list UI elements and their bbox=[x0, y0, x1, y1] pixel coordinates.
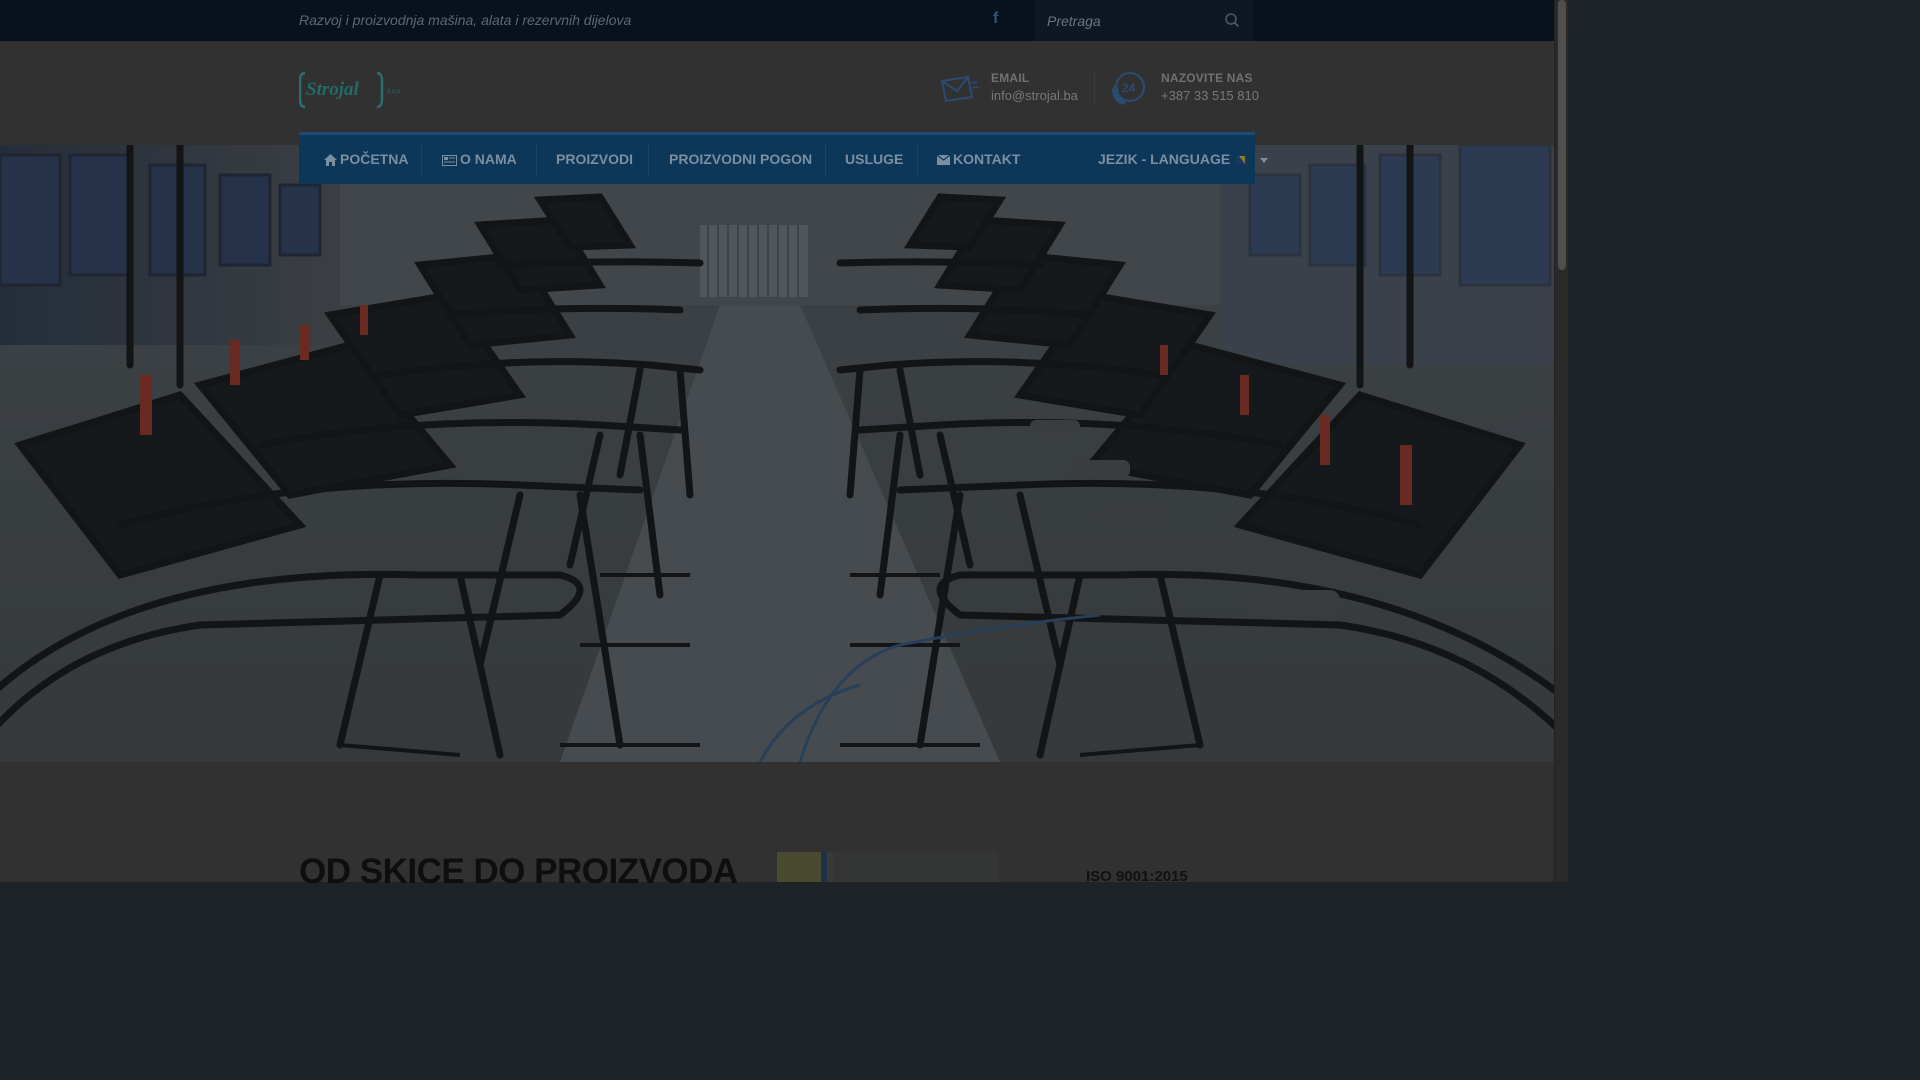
flag-icon bbox=[1237, 156, 1248, 165]
email-value[interactable]: info@strojal.ba bbox=[991, 88, 1078, 103]
main-navigation: POČETNA O NAMA PROIZVODI PROIZVODNI POGO… bbox=[299, 132, 1269, 184]
nav-item-o-nama[interactable]: O NAMA bbox=[442, 135, 517, 184]
email-contact: EMAIL info@strojal.ba bbox=[991, 71, 1078, 103]
nav-item-pocetna[interactable]: POČETNA bbox=[324, 135, 408, 184]
main-content: OD SKICE DO PROIZVODA ISO 9001:2015 bbox=[0, 762, 1554, 891]
nav-divider bbox=[421, 143, 422, 177]
phone-contact: NAZOVITE NAS +387 33 515 810 bbox=[1161, 71, 1259, 103]
factory-photo bbox=[0, 145, 1554, 762]
newspaper-icon bbox=[442, 154, 457, 166]
site-header: Strojal d.o.o. EMAIL info@strojal.ba 24 … bbox=[0, 41, 1554, 145]
nav-item-usluge[interactable]: USLUGE bbox=[845, 135, 903, 184]
nav-label-proizvodni-pogon: PROIZVODNI POGON bbox=[669, 151, 813, 167]
email-label: EMAIL bbox=[991, 71, 1030, 85]
nav-divider bbox=[536, 143, 537, 177]
tagline: Razvoj i proizvodnja mašina, alata i rez… bbox=[299, 12, 632, 28]
chevron-down-icon bbox=[1260, 157, 1269, 163]
search-input[interactable] bbox=[1047, 10, 1217, 32]
content-thumbnail-image bbox=[777, 852, 998, 882]
nav-divider bbox=[648, 143, 649, 177]
hero-slider-image bbox=[0, 145, 1554, 762]
nav-item-language[interactable]: JEZIK - LANGUAGE bbox=[1098, 135, 1271, 184]
strojal-logo[interactable]: Strojal d.o.o. bbox=[299, 69, 409, 111]
home-icon bbox=[324, 154, 337, 167]
nav-divider bbox=[917, 143, 918, 177]
svg-text:d.o.o.: d.o.o. bbox=[387, 89, 402, 95]
nav-label-proizvodi: PROIZVODI bbox=[556, 151, 634, 167]
nav-item-proizvodni-pogon[interactable]: PROIZVODNI POGON bbox=[669, 135, 812, 184]
mail-icon bbox=[940, 75, 978, 103]
phone-label: NAZOVITE NAS bbox=[1161, 71, 1253, 85]
envelope-icon bbox=[937, 155, 950, 166]
top-bar: Razvoj i proizvodnja mašina, alata i rez… bbox=[0, 0, 1554, 41]
search-box bbox=[1035, 0, 1254, 41]
nav-item-kontakt[interactable]: KONTAKT bbox=[937, 135, 1020, 184]
nav-label-usluge: USLUGE bbox=[845, 151, 904, 167]
svg-text:24: 24 bbox=[1122, 81, 1136, 95]
phone-24-icon: 24 bbox=[1112, 71, 1146, 105]
scrollbar-thumb[interactable] bbox=[1558, 0, 1566, 270]
nav-label-pocetna: POČETNA bbox=[340, 151, 409, 167]
header-divider bbox=[1094, 71, 1095, 105]
facebook-icon[interactable]: f bbox=[993, 10, 998, 28]
search-icon[interactable] bbox=[1224, 12, 1240, 28]
nav-label-language: JEZIK - LANGUAGE bbox=[1098, 151, 1231, 167]
section-heading: OD SKICE DO PROIZVODA bbox=[299, 852, 738, 891]
nav-label-o-nama: O NAMA bbox=[460, 151, 517, 167]
nav-item-proizvodi[interactable]: PROIZVODI bbox=[556, 135, 633, 184]
nav-label-kontakt: KONTAKT bbox=[953, 151, 1021, 167]
page-scrollbar[interactable] bbox=[1554, 0, 1568, 882]
phone-value[interactable]: +387 33 515 810 bbox=[1161, 88, 1259, 103]
iso-certificate-title: ISO 9001:2015 bbox=[1086, 868, 1188, 885]
svg-text:Strojal: Strojal bbox=[306, 79, 360, 100]
nav-divider bbox=[825, 143, 826, 177]
